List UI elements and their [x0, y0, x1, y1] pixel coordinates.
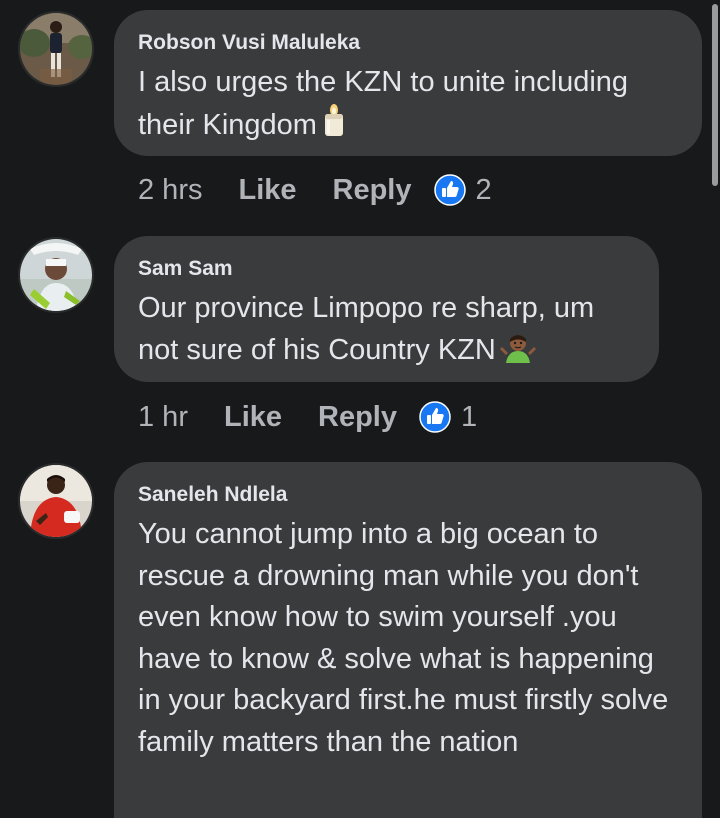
scrollbar[interactable] — [712, 4, 718, 186]
reply-button[interactable]: Reply — [318, 401, 397, 434]
avatar[interactable] — [18, 463, 94, 539]
comment-timestamp[interactable]: 2 hrs — [138, 174, 202, 207]
comment-author[interactable]: Sam Sam — [138, 256, 635, 282]
person-shrugging-emoji-icon — [499, 333, 536, 376]
comment-text: Our province Limpopo re sharp, um not su… — [138, 288, 635, 375]
reaction-count[interactable]: 1 — [419, 401, 477, 434]
candle-emoji-icon — [321, 103, 347, 151]
reaction-count[interactable]: 2 — [433, 173, 492, 207]
comment-actions: 2 hrs Like Reply 2 — [138, 170, 492, 210]
thumbs-up-icon — [419, 401, 451, 433]
comment-text: I also urges the KZN to unite including … — [138, 62, 678, 150]
avatar[interactable] — [18, 237, 94, 313]
avatar[interactable] — [18, 11, 94, 87]
avatar-person-in-hat-icon — [20, 239, 92, 311]
like-count: 2 — [475, 173, 492, 206]
avatar-person-red-shirt-icon — [20, 465, 92, 537]
comments-thread: Robson Vusi Maluleka I also urges the KZ… — [0, 0, 720, 818]
comment-bubble: Sam Sam Our province Limpopo re sharp, u… — [114, 236, 659, 382]
thumbs-up-icon — [433, 174, 466, 206]
reply-button[interactable]: Reply — [333, 174, 412, 207]
like-button[interactable]: Like — [224, 401, 282, 434]
like-count: 1 — [461, 400, 478, 433]
comment-timestamp[interactable]: 1 hr — [138, 401, 188, 434]
comment-bubble: Saneleh Ndlela You cannot jump into a bi… — [114, 462, 702, 818]
avatar-person-standing-icon — [20, 13, 92, 85]
like-button[interactable]: Like — [238, 174, 296, 207]
comment-author[interactable]: Saneleh Ndlela — [138, 482, 678, 508]
comment-text-content: I also urges the KZN to unite including … — [138, 66, 629, 141]
comment-text: You cannot jump into a big ocean to resc… — [138, 518, 669, 758]
comment-bubble: Robson Vusi Maluleka I also urges the KZ… — [114, 10, 702, 156]
comment-author[interactable]: Robson Vusi Maluleka — [138, 30, 678, 56]
comment-actions: 1 hr Like Reply 1 — [138, 397, 477, 437]
